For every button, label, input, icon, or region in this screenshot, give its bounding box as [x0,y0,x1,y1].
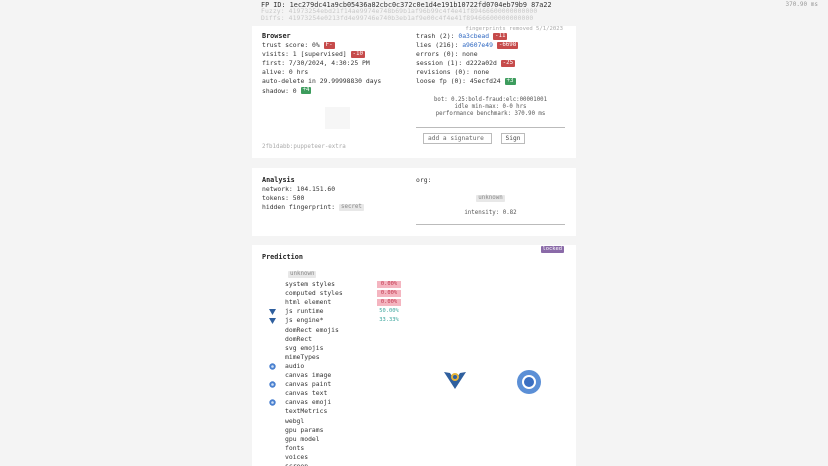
alive: alive: 0 hrs [262,68,309,77]
org: org: [416,176,432,184]
tokens: tokens: 500 [262,194,305,203]
browser-right: trash (2): 0a3cbead -11 lies (216): a960… [416,32,519,87]
trust-score: trust score: 0% F- [262,41,381,50]
prediction-row: svg emojis [285,343,324,352]
trash: trash (2): 0a3cbead -11 [416,32,518,41]
trash-text: trash (2): [416,32,455,40]
shadow-text: shadow: 0 [262,86,297,95]
loose-fp: loose fp (0): 45ecfd24 +3 [416,77,518,86]
prediction-percent: 33.33% [379,317,399,324]
org-unknown-chip: unknown [476,194,505,202]
prediction-row: domRect [285,334,312,343]
hidden-text: hidden fingerprint: [262,203,336,212]
hidden-fingerprint: hidden fingerprint: secret [262,203,364,212]
network: network: 104.151.60 [262,185,336,194]
locked-badge: locked [540,246,564,253]
prediction-row: system styles [285,280,336,288]
lies-chip: -6698 [496,41,519,49]
prediction-unknown-chip: unknown [288,271,317,278]
lies-text: lies (216): [416,41,459,50]
diffs-label: Diffs: [261,13,285,22]
visits: visits: 1 [supervised] -10 [262,50,381,59]
prediction-row: canvas paint [285,380,332,389]
bot-line-1: bot: 0.25:bold-fraud:elc:00001001 [434,97,547,103]
session-chip: -25 [500,59,516,67]
puppeteer-icon [269,318,276,325]
prediction-row: gpu model [285,434,320,443]
analysis-title: Analysis [262,176,295,184]
browser-title: Browser [262,32,291,40]
session-text: session (1): d222a02d [416,59,497,68]
lies: lies (216): a9607e49 -6698 [416,41,519,50]
prediction-row: voices [285,452,309,461]
session: session (1): d222a02d -25 [416,59,518,68]
prediction-row: js engine* [285,316,324,325]
browser-card: Browser trust score: 0% F- visits: 1 [su… [252,26,576,158]
prediction-row: js runtime [285,307,324,316]
analysis-left: Analysis network: 104.151.60 tokens: 500… [262,176,364,212]
puppeteer-icon [269,309,276,316]
intensity: intensity: 0.82 [464,210,517,216]
hidden-chip: secret [338,203,364,211]
prediction-row: canvas emoji [285,398,332,407]
prediction-row: canvas text [285,389,328,398]
hash-footer: 2fb1dabb:puppeteer-extra [262,144,346,150]
prediction-row: fonts [285,443,305,452]
prediction-percent: 0.00% [377,281,401,288]
bot-line-3: performance benchmark: 370.90 ms [435,111,546,117]
auto-delete: auto-delete in 29.99998830 days [262,77,382,86]
browser-thumbnail [325,107,350,129]
prediction-row: textMetrics [285,407,328,416]
bot-panel: bot: 0.25:bold-fraud:elc:00001001 idle m… [416,94,565,128]
prediction-row: webgl [285,416,305,425]
intensity-panel: unknown intensity: 0.82 [416,192,565,225]
prediction-row: gpu params [285,425,324,434]
trust-score-text: trust score: 0% [262,41,320,50]
signature-input[interactable]: add a signature [423,133,492,144]
prediction-row: domRect emojis [285,325,339,334]
errors: errors (0): none [416,50,478,59]
sign-button[interactable]: Sign [501,133,525,144]
trash-chip: -11 [492,32,508,40]
prediction-card: Prediction locked unknown system styles 0… [252,245,576,466]
trash-link[interactable]: 0a3cbead [458,32,489,40]
fingerprint-header: FP ID: 1ec279dc41a9cb05436a82cbc0c372c0e… [261,2,552,21]
visits-text: visits: 1 [supervised] [262,50,347,59]
loose-fp-text: loose fp (0): 45ecfd24 [416,77,501,86]
loose-fp-chip: +3 [504,77,516,85]
prediction-percent: 50.00% [379,308,399,315]
chrome-icon [269,363,276,370]
shadow: shadow: 0 +4 [262,87,381,96]
prediction-row: mimeTypes [285,352,320,361]
visits-chip: -10 [350,50,365,58]
prediction-row: canvas image [285,371,332,379]
prediction-row: audio [285,361,305,370]
chromium-logo-icon [517,370,541,394]
prediction-row: screen [285,462,309,466]
prediction-row: computed styles [285,289,343,298]
prediction-row: html element [285,298,332,307]
prediction-title: Prediction [262,253,303,261]
chrome-icon [269,381,276,388]
perf-timer: 370.90 ms [785,1,818,8]
lies-link[interactable]: a9607e49 [462,41,493,49]
first-seen: first: 7/30/2024, 4:30:25 PM [262,59,370,68]
bot-line-2: idle min-max: 0-0 hrs [454,104,527,110]
chrome-icon [269,399,276,406]
puppeteer-logo-icon [444,372,466,389]
prediction-percent: 0.00% [377,299,401,307]
analysis-card: Analysis network: 104.151.60 tokens: 500… [252,168,576,236]
revisions: revisions (0): none [416,68,490,77]
shadow-chip: +4 [300,87,312,95]
browser-left: Browser trust score: 0% F- visits: 1 [su… [262,32,381,96]
trust-grade-chip: F- [323,41,335,49]
prediction-percent: 0.00% [377,290,401,298]
diffs-line: Diffs: 41973254e0213fd4e99746e740b3eb1af… [261,15,552,21]
diffs-value: 41973254e0213fd4e99746e740b3eb1af9e00c4f… [288,13,534,22]
